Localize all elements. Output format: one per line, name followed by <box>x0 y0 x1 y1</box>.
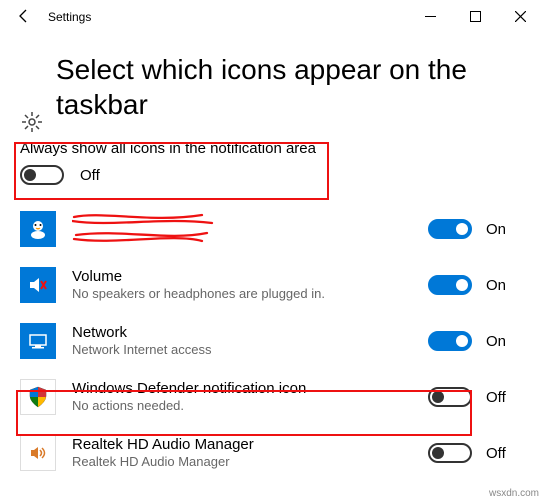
minimize-button[interactable] <box>408 0 453 32</box>
item-toggle[interactable] <box>428 443 472 463</box>
volume-icon <box>20 267 56 303</box>
item-subtitle: No speakers or headphones are plugged in… <box>72 286 412 303</box>
app-icon <box>20 211 56 247</box>
item-subtitle: No actions needed. <box>72 398 412 415</box>
watermark: wsxdn.com <box>489 488 539 499</box>
item-toggle-state: On <box>486 277 506 294</box>
list-item: On <box>20 201 523 257</box>
page-title: Select which icons appear on the taskbar <box>56 52 523 122</box>
redacted-scribble <box>72 209 222 245</box>
item-toggle-state: Off <box>486 389 506 406</box>
list-item: Volume No speakers or headphones are plu… <box>20 257 523 313</box>
master-toggle[interactable] <box>20 165 64 185</box>
network-icon <box>20 323 56 359</box>
back-button[interactable] <box>0 0 48 32</box>
item-toggle-state: On <box>486 333 506 350</box>
item-toggle[interactable] <box>428 387 472 407</box>
item-title: Network <box>72 324 412 342</box>
item-title: Realtek HD Audio Manager <box>72 436 412 454</box>
item-title: Windows Defender notification icon <box>72 380 412 398</box>
master-toggle-label: Always show all icons in the notificatio… <box>20 140 523 157</box>
gear-icon <box>22 112 42 137</box>
item-toggle[interactable] <box>428 331 472 351</box>
item-toggle-state: Off <box>486 445 506 462</box>
item-toggle[interactable] <box>428 219 472 239</box>
window-title: Settings <box>48 8 408 24</box>
close-button[interactable] <box>498 0 543 32</box>
item-toggle-state: On <box>486 221 506 238</box>
list-item: Realtek HD Audio Manager Realtek HD Audi… <box>20 425 523 481</box>
list-item: Network Network Internet access On <box>20 313 523 369</box>
item-toggle[interactable] <box>428 275 472 295</box>
item-subtitle: Realtek HD Audio Manager <box>72 454 412 471</box>
master-toggle-row: Always show all icons in the notificatio… <box>20 140 523 185</box>
titlebar: Settings <box>0 0 543 32</box>
speaker-icon <box>20 435 56 471</box>
item-title: Volume <box>72 268 412 286</box>
maximize-button[interactable] <box>453 0 498 32</box>
master-toggle-state: Off <box>80 167 100 184</box>
shield-icon <box>20 379 56 415</box>
item-subtitle: Network Internet access <box>72 342 412 359</box>
list-item: Windows Defender notification icon No ac… <box>20 369 523 425</box>
